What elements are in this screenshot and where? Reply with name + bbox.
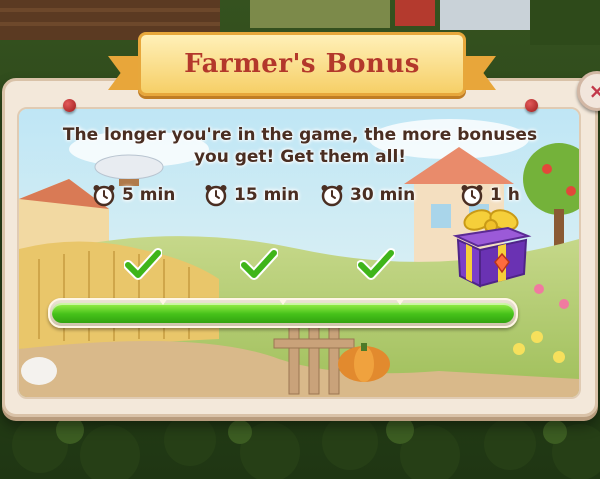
milestone-label: 15 min: [234, 185, 300, 205]
milestone-30-min: 30 min: [320, 182, 415, 208]
pin-left-icon: [63, 99, 76, 112]
alarm-clock-icon: [321, 185, 343, 207]
dialog-title: Farmer's Bonus: [184, 49, 420, 79]
progress-notch: [158, 298, 168, 305]
milestone-15-min: 15 min: [204, 182, 299, 208]
progress-notch: [395, 298, 405, 305]
purple-gift-box-icon[interactable]: [448, 206, 534, 292]
milestone-5-min: 5 min: [92, 182, 175, 208]
title-ribbon: Farmer's Bonus: [138, 32, 466, 96]
alarm-clock-icon: [93, 185, 115, 207]
checkmark-icon: [124, 248, 162, 280]
milestone-label: 5 min: [122, 185, 176, 205]
milestone-label: 30 min: [350, 185, 416, 205]
close-icon: ×: [588, 79, 600, 103]
pin-right-icon: [525, 99, 538, 112]
checkmark-icon: [240, 248, 278, 280]
alarm-clock-icon: [205, 185, 227, 207]
milestone-1-h: 1 h: [460, 182, 520, 208]
progress-fill: [52, 303, 514, 323]
progress-notch: [278, 298, 288, 305]
bonus-message: The longer you're in the game, the more …: [62, 125, 538, 167]
milestone-label: 1 h: [490, 185, 520, 205]
alarm-clock-icon: [461, 185, 483, 207]
checkmark-icon: [357, 248, 395, 280]
